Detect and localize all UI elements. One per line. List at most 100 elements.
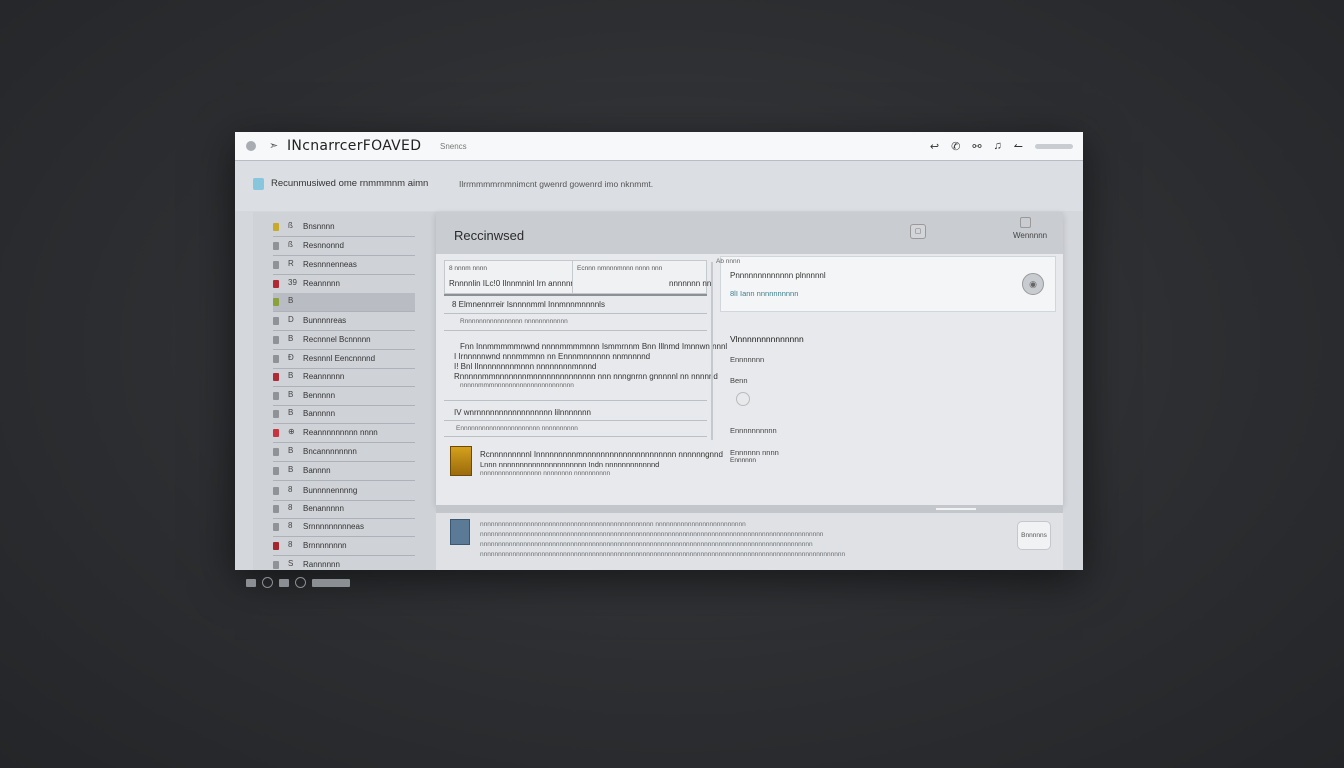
footer-line: nnnnnnnnnnnnnnnnnnnnnnnnnnnnnnnnnnnnnnnn…: [480, 531, 824, 538]
header-action-label[interactable]: Wennnnn: [1013, 231, 1047, 240]
item-glyph: 8: [288, 540, 293, 549]
scroll-strip[interactable]: [436, 505, 1063, 513]
scroll-thumb[interactable]: [936, 508, 976, 510]
status-color-icon: [273, 561, 279, 569]
sidebar-item-active[interactable]: B: [273, 293, 415, 312]
status-color-icon: [273, 523, 279, 531]
app-window: ➣ INcnarrcerFOAVED Snencs ↩ ✆ ⚯ ♫ ↼ Recu…: [235, 132, 1083, 570]
item-glyph: ß: [288, 221, 293, 230]
chat-icon[interactable]: ▢: [910, 224, 926, 239]
item-glyph: 8: [288, 521, 293, 530]
section-subtext: Ennnnnnnnnnnnnnnnnnnnnn nnnnnnnnnn: [456, 425, 578, 432]
body-line: nnnnnmmmnnnnnnnnnnnnnnnnnnnnnn: [460, 382, 574, 389]
square-icon[interactable]: [279, 578, 289, 587]
divider: [444, 400, 707, 401]
bottom-panel: nnnnnnnnnnnnnnnnnnnnnnnnnnnnnnnnnnnnnnnn…: [436, 513, 1063, 570]
tab-details[interactable]: Ecnnn nmnnnmnnn nnnn nnn nnnnnnn nn: [572, 260, 711, 294]
section-heading: IV wnrnnnnnnnnnnnnnnnnn lilnnnnnnn: [454, 408, 592, 417]
window-subtitle: Snencs: [440, 142, 467, 151]
notification-icon[interactable]: ♫: [994, 140, 1002, 152]
circle-icon[interactable]: [262, 577, 273, 588]
sidebar-item-label: Bannnn: [303, 466, 331, 475]
sidebar-item[interactable]: B Recnnnel Bcnnnnn: [273, 331, 415, 350]
body-line: I Irnnnnnwnd nnnmmmnn nn Ennnmnnnnnn nnm…: [454, 352, 651, 361]
sidebar-item[interactable]: 8 Benannnnn: [273, 500, 415, 519]
profile-card[interactable]: Pnnnnnnnnnnnnn plnnnnnl 8lI Iann nnnnnnn…: [720, 256, 1056, 312]
link-icon[interactable]: ⚯: [972, 140, 981, 153]
progress-bar: [312, 578, 350, 587]
sidebar-item-label: Reannnnnnnnn nnnn: [303, 428, 378, 437]
sidebar-item[interactable]: 39 Reannnnn: [273, 275, 415, 294]
attachment-desc: Lnnn nnnnnnnnnnnnnnnnnnnnn Indn nnnnnnnn…: [480, 460, 660, 469]
sidebar-item[interactable]: ⊕ Reannnnnnnnn nnnn: [273, 424, 415, 443]
settings-icon[interactable]: [295, 577, 306, 588]
item-glyph: B: [288, 334, 294, 343]
sidebar-item-label: Bennnnn: [303, 391, 336, 400]
detail-field: Ennnnnnn: [730, 355, 765, 364]
sidebar-item[interactable]: 8 Srnnnnnnnnneas: [273, 518, 415, 537]
status-color-icon: [273, 355, 279, 363]
info-bar: Recunmusiwed ome rnmmmnm aimn Ilrrmmmmrn…: [235, 161, 1083, 211]
tab-message[interactable]: 8 nnnm nnnn Rnnnnlin ILc!0 Ilnnmninl Irn…: [444, 260, 613, 294]
detail-field: Ennnnnn nnnn: [730, 448, 779, 457]
undo-icon[interactable]: ↩: [930, 140, 939, 153]
status-color-icon: [273, 223, 279, 231]
item-glyph: Ð: [288, 353, 294, 362]
sidebar-item[interactable]: ß Bnsnnnn: [273, 218, 415, 237]
footer-line: nnnnnnnnnnnnnnnnnnnnnnnnnnnnnnnnnnnnnnnn…: [480, 551, 846, 558]
sidebar-item[interactable]: 8 Brnnnnnnnn: [273, 537, 415, 556]
sidebar-item[interactable]: B Bannnnn: [273, 405, 415, 424]
status-color-icon: [273, 280, 279, 288]
sidebar-item[interactable]: B Bennnnn: [273, 387, 415, 406]
divider: [444, 294, 707, 296]
back-icon[interactable]: ↼: [1014, 140, 1023, 153]
sidebar-item[interactable]: D Bunnnnreas: [273, 312, 415, 331]
attachment-icon[interactable]: [450, 446, 472, 476]
footer-line: nnnnnnnnnnnnnnnnnnnnnnnnnnnnnnnnnnnnnnnn…: [480, 521, 746, 528]
sidebar-item-label: Bannnnn: [303, 409, 336, 418]
item-glyph: D: [288, 315, 294, 324]
grid-icon[interactable]: [246, 578, 256, 587]
footer-line: nnnnnnnnnnnnnnnnnnnnnnnnnnnnnnnnnnnnnnnn…: [480, 541, 813, 548]
info-text: Recunmusiwed ome rnmmmnm aimn: [271, 178, 429, 189]
page-title: Reccinwsed: [454, 228, 525, 243]
message-row[interactable]: 8 Elmnennrreir Isnnnnmml Innmnnmnnnnls: [452, 300, 605, 309]
sidebar-item[interactable]: Ð Resnnnl Eencnnnnd: [273, 350, 415, 369]
sidebar-item[interactable]: S Rannnnnn: [273, 556, 415, 570]
status-color-icon: [273, 392, 279, 400]
sidebar-item[interactable]: B Bncannnnnnnn: [273, 443, 415, 462]
item-glyph: 8: [288, 485, 293, 494]
detail-field: Ennnnnnnnnn: [730, 426, 777, 435]
document-icon: [450, 519, 470, 545]
panel-label: Ab nnnn: [716, 258, 741, 265]
sidebar-item-label: Srnnnnnnnnneas: [303, 522, 364, 531]
status-color-icon: [273, 298, 279, 306]
phone-icon[interactable]: ✆: [951, 140, 960, 153]
status-color-icon: [273, 505, 279, 513]
sidebar-item-label: Bncannnnnnnn: [303, 447, 357, 456]
avatar-icon[interactable]: ◉: [1022, 273, 1044, 295]
item-glyph: 8: [288, 503, 293, 512]
profile-status: 8lI Iann nnnnnnnnnn: [730, 289, 799, 298]
search-bar[interactable]: [1035, 143, 1073, 149]
sidebar-item[interactable]: 8 Bunnnnennnng: [273, 482, 415, 501]
sidebar: ß Bnsnnnn ß Resnnonnd R Resnnnenneas 39 Rean…: [253, 212, 436, 570]
action-button[interactable]: Bnnnnns: [1017, 521, 1051, 550]
sidebar-item[interactable]: B Bannnn: [273, 462, 415, 481]
detail-panel: Pnnnnnnnnnnnnn plnnnnnl 8lI Iann nnnnnnn…: [716, 256, 1056, 496]
user-icon[interactable]: [1020, 217, 1031, 228]
window-menu-icon[interactable]: [246, 141, 256, 151]
attachment-title[interactable]: Rcnnnnnnnnnl Innnnnnnnnmnnnnnnnnnnnnnnnn…: [480, 450, 723, 459]
status-color-icon: [273, 261, 279, 269]
message-list: 8 nnnm nnnn Rnnnnlin ILc!0 Ilnnmninl Irn…: [444, 256, 727, 492]
navigate-icon[interactable]: ➣: [269, 139, 278, 152]
sidebar-item[interactable]: ß Resnnonnd: [273, 237, 415, 256]
status-color-icon: [273, 467, 279, 475]
sidebar-item-label: Reannnnnn: [303, 372, 345, 381]
pane-divider[interactable]: [711, 262, 713, 440]
profile-name: Pnnnnnnnnnnnnn plnnnnnl: [730, 271, 826, 280]
sidebar-item[interactable]: B Reannnnnn: [273, 368, 415, 387]
sidebar-item-label: Brnnnnnnnn: [303, 541, 347, 550]
sidebar-item[interactable]: R Resnnnenneas: [273, 256, 415, 275]
content-header: Reccinwsed ▢ Wennnnn: [436, 212, 1063, 254]
